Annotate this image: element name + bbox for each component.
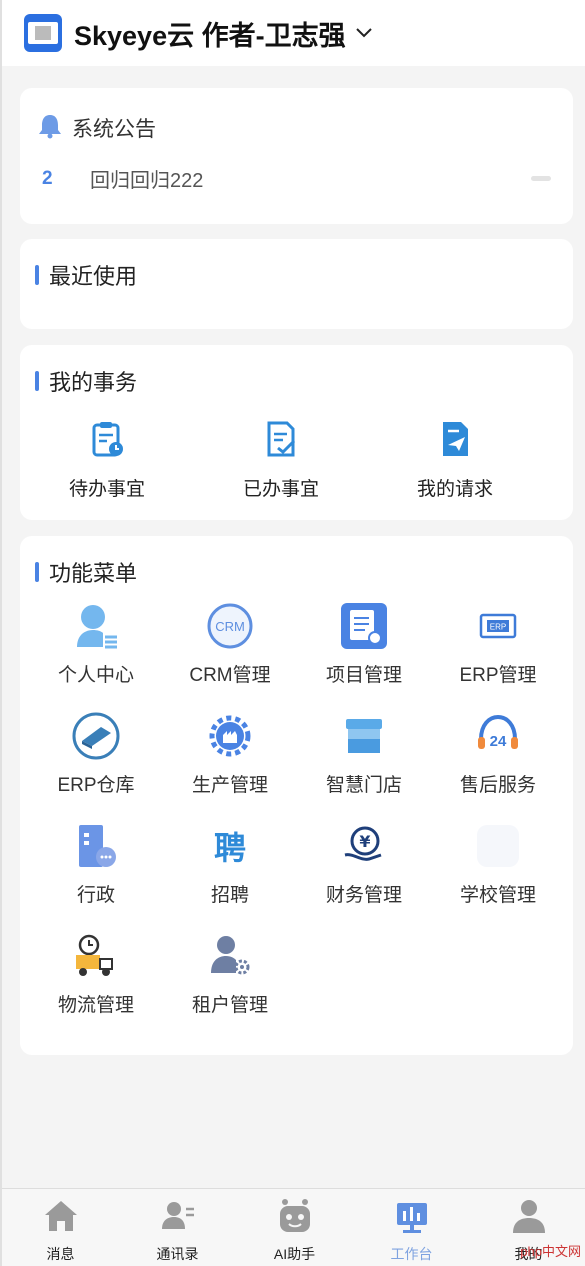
app-logo-icon[interactable] (24, 14, 62, 52)
tab-label: 工作台 (390, 1246, 433, 1262)
menu-item-production[interactable]: 生产管理 (163, 710, 297, 806)
menu-item-crm[interactable]: CRM CRM管理 (163, 600, 297, 696)
menu-label: 智慧门店 (325, 775, 402, 796)
svg-text:聘: 聘 (214, 829, 246, 867)
recent-use-card: 最近使用 (20, 239, 573, 329)
menu-item-recruit[interactable]: 聘 招聘 (163, 820, 297, 916)
chevron-down-icon[interactable] (355, 25, 372, 41)
svg-text:¥: ¥ (359, 832, 370, 851)
section-bar (35, 265, 39, 285)
affairs-title: 我的事务 (49, 370, 138, 395)
menu-item-after-sales[interactable]: 24 售后服务 (431, 710, 565, 806)
affair-request[interactable]: 我的请求 (368, 419, 542, 501)
affair-todo[interactable]: 待办事宜 (20, 419, 194, 501)
logistics-truck-icon (70, 930, 122, 982)
tenant-gear-icon (204, 930, 256, 982)
section-bar (35, 562, 39, 582)
home-icon (42, 1197, 80, 1240)
contacts-icon (159, 1197, 197, 1240)
menu-title: 功能菜单 (49, 561, 138, 586)
notice-index: 2 (42, 167, 53, 189)
system-notice-card: 系统公告 2 回归回归222 (20, 88, 573, 224)
svg-text:24: 24 (490, 733, 507, 750)
profile-icon (510, 1197, 548, 1240)
robot-icon (276, 1197, 314, 1240)
user-icon (70, 600, 122, 652)
tab-messages[interactable]: 消息 (2, 1189, 119, 1266)
app-header: Skyeye云 作者-卫志强 (2, 0, 585, 66)
menu-item-personal-center[interactable]: 个人中心 (29, 600, 163, 696)
section-bar (35, 371, 39, 391)
tab-label: 通讯录 (156, 1246, 199, 1262)
menu-item-tenant[interactable]: 租户管理 (163, 930, 297, 1026)
menu-label: ERP仓库 (57, 775, 135, 796)
menu-label: 售后服务 (459, 775, 536, 796)
affair-label: 已办事宜 (242, 479, 319, 500)
menu-label: 生产管理 (191, 775, 268, 796)
menu-label: 招聘 (210, 885, 249, 906)
menu-label: ERP管理 (459, 665, 537, 686)
warehouse-icon (70, 710, 122, 762)
affair-label: 待办事宜 (68, 479, 145, 500)
tab-label: 消息 (46, 1246, 75, 1262)
headset-24-icon: 24 (472, 710, 524, 762)
recruit-icon: 聘 (204, 820, 256, 872)
function-menu-card: 功能菜单 个人中心 CRM CRM管理 项目管理 ERP ERP管理 ERP仓库… (20, 536, 573, 1055)
recent-title: 最近使用 (49, 264, 138, 289)
menu-label: 学校管理 (459, 885, 536, 906)
bottom-tab-bar: 消息 通讯录 AI助手 工作台 我的 php中文网 (2, 1188, 585, 1266)
tab-contacts[interactable]: 通讯录 (119, 1189, 236, 1266)
document-check-icon (261, 419, 301, 464)
factory-gear-icon (204, 710, 256, 762)
store-icon (338, 710, 390, 762)
menu-item-erp-warehouse[interactable]: ERP仓库 (29, 710, 163, 806)
svg-text:ERP: ERP (490, 623, 506, 632)
menu-item-school[interactable]: 学校管理 (431, 820, 565, 916)
menu-label: 财务管理 (325, 885, 402, 906)
menu-label: 物流管理 (57, 995, 134, 1016)
paper-plane-doc-icon (435, 419, 475, 464)
notice-item[interactable]: 2 回归回归222 (20, 164, 573, 193)
erp-card-icon: ERP (472, 600, 524, 652)
notice-more-indicator (531, 176, 551, 181)
menu-label: 项目管理 (325, 665, 402, 686)
notice-title: 系统公告 (72, 118, 156, 141)
bell-icon (38, 113, 62, 144)
menu-label: 租户管理 (191, 995, 268, 1016)
affair-label: 我的请求 (416, 479, 493, 500)
menu-item-smart-store[interactable]: 智慧门店 (297, 710, 431, 806)
tab-label: AI助手 (273, 1246, 316, 1262)
watermark: php中文网 (520, 1244, 581, 1259)
svg-text:CRM: CRM (215, 619, 245, 634)
crm-icon: CRM (204, 600, 256, 652)
menu-item-erp[interactable]: ERP ERP管理 (431, 600, 565, 696)
tab-ai-assistant[interactable]: AI助手 (236, 1189, 353, 1266)
finance-yuan-icon: ¥ (338, 820, 390, 872)
menu-item-project[interactable]: 项目管理 (297, 600, 431, 696)
menu-label: 个人中心 (57, 665, 134, 686)
admin-building-icon (70, 820, 122, 872)
my-affairs-card: 我的事务 待办事宜 已办事宜 我的请求 (20, 345, 573, 520)
menu-label: CRM管理 (189, 665, 271, 686)
workbench-icon (393, 1197, 431, 1240)
menu-item-logistics[interactable]: 物流管理 (29, 930, 163, 1026)
menu-item-admin[interactable]: 行政 (29, 820, 163, 916)
project-icon (338, 600, 390, 652)
tab-workbench[interactable]: 工作台 (353, 1189, 470, 1266)
clipboard-clock-icon (87, 419, 127, 464)
menu-label: 行政 (76, 885, 115, 906)
page-title[interactable]: Skyeye云 作者-卫志强 (74, 14, 346, 53)
school-icon (472, 820, 524, 872)
menu-item-finance[interactable]: ¥ 财务管理 (297, 820, 431, 916)
notice-text: 回归回归222 (90, 170, 204, 192)
affair-done[interactable]: 已办事宜 (194, 419, 368, 501)
